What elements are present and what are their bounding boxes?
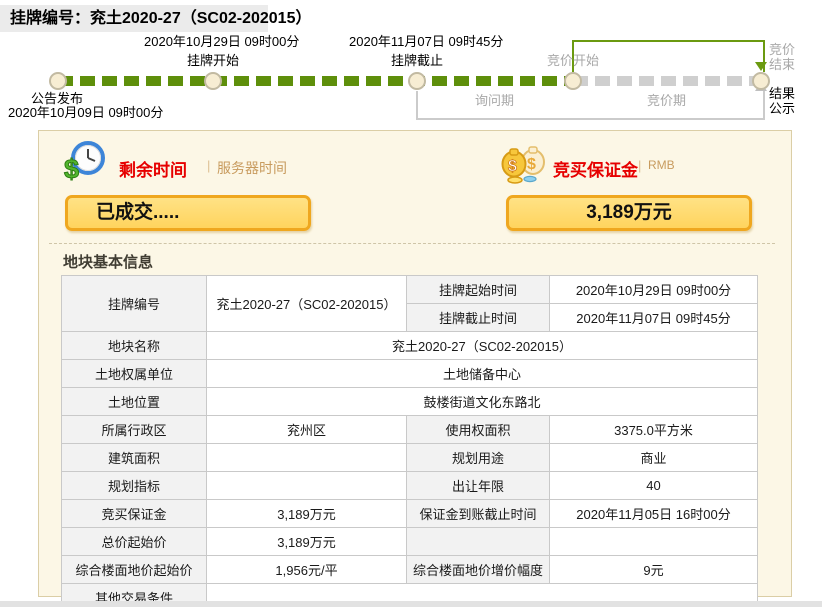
timeline-node-bidding-end	[752, 72, 770, 90]
svg-text:$: $	[64, 154, 79, 184]
timeline-node-listing-start	[204, 72, 222, 90]
table-cell-value: 40	[549, 471, 758, 500]
arrow-down-icon	[755, 62, 767, 71]
table-cell-value: 3,189万元	[206, 527, 407, 556]
deposit-amount-box: 3,189万元	[506, 195, 752, 231]
land-info-table-body: 挂牌编号 兖土2020-27（SC02-202015） 挂牌起始时间 2020年10月…	[61, 275, 758, 607]
page-title: 挂牌编号：兖土2020-27（SC02-202015）	[0, 5, 311, 32]
listing-start-date: 2020年10月29日 09时00分	[144, 34, 300, 49]
table-row: 总价起始价 3,189万元	[61, 527, 758, 556]
table-row: 竞买保证金 3,189万元 保证金到账截止时间 2020年11月05日 16时00分	[61, 499, 758, 528]
money-bags-icon: $ $	[499, 139, 549, 190]
listing-end-label: 挂牌截止	[391, 53, 444, 68]
table-cell-value: 兖州区	[206, 415, 407, 444]
clock-dollar-icon: $	[61, 139, 107, 190]
table-cell-label: 总价起始价	[61, 527, 207, 556]
bidding-period-label: 竞价期	[647, 93, 687, 108]
table-row: 挂牌编号 兖土2020-27（SC02-202015） 挂牌起始时间 2020年10月…	[61, 275, 758, 332]
table-cell-value	[549, 527, 758, 556]
listing-end-date: 2020年11月07日 09时45分	[349, 34, 504, 49]
table-cell-value: 商业	[549, 443, 758, 472]
remaining-time-label: 剩余时间	[119, 161, 187, 180]
table-cell-label: 地块名称	[61, 331, 207, 360]
table-row: 地块名称 兖土2020-27（SC02-202015）	[61, 331, 758, 360]
table-cell-label: 规划用途	[406, 443, 550, 472]
currency-label: RMB	[648, 158, 675, 172]
table-cell-label: 所属行政区	[61, 415, 207, 444]
table-cell-label: 保证金到账截止时间	[406, 499, 550, 528]
table-cell-value: 2020年11月07日 09时45分	[549, 303, 758, 332]
table-cell-value: 2020年10月29日 09时00分	[549, 275, 758, 304]
table-cell-value: 兖土2020-27（SC02-202015）	[206, 331, 758, 360]
main-panel: $ 剩余时间 | 服务器时间 $ $ 竞买保证金 | RMB 已成交..... …	[38, 130, 792, 607]
header-divider-left: |	[207, 158, 211, 173]
table-cell-value: 2020年11月05日 16时00分	[549, 499, 758, 528]
listing-start-label: 挂牌开始	[187, 53, 240, 68]
deposit-label: 竞买保证金	[553, 161, 638, 180]
timeline-track-active	[58, 76, 573, 86]
table-cell-label: 出让年限	[406, 471, 550, 500]
table-cell-label: 挂牌编号	[61, 275, 207, 332]
table-cell-value: 土地储备中心	[206, 359, 758, 388]
timeline-node-bidding-start	[564, 72, 582, 90]
table-row: 规划指标 出让年限 40	[61, 471, 758, 500]
timeline-track-inactive	[573, 76, 763, 86]
table-row: 土地位置 鼓楼街道文化东路北	[61, 387, 758, 416]
bidding-end-label: 竞价结束	[769, 42, 796, 72]
table-cell-value	[206, 471, 407, 500]
svg-text:$: $	[527, 156, 536, 173]
table-cell-label: 挂牌起始时间	[406, 275, 550, 304]
inquiry-period-label: 询问期	[475, 93, 515, 108]
section-title-basic-info: 地块基本信息	[63, 254, 154, 271]
table-cell-label: 建筑面积	[61, 443, 207, 472]
table-cell-value: 9元	[549, 555, 758, 584]
page: 挂牌编号：兖土2020-27（SC02-202015） 2020年10月29日 …	[0, 0, 822, 607]
table-row: 建筑面积 规划用途 商业	[61, 443, 758, 472]
table-cell-label: 规划指标	[61, 471, 207, 500]
table-cell-label: 土地权属单位	[61, 359, 207, 388]
table-cell-label: 挂牌截止时间	[406, 303, 550, 332]
table-cell-value: 1,956元/平	[206, 555, 407, 584]
table-cell-value	[206, 443, 407, 472]
timeline-node-listing-end	[408, 72, 426, 90]
server-time-label: 服务器时间	[217, 160, 287, 176]
table-cell-label	[406, 527, 550, 556]
table-cell-value: 兖土2020-27（SC02-202015）	[206, 275, 407, 332]
page-bottom-edge	[0, 601, 822, 607]
table-cell-label: 竞买保证金	[61, 499, 207, 528]
table-row: 综合楼面地价起始价 1,956元/平 综合楼面地价增价幅度 9元	[61, 555, 758, 584]
bidding-start-label: 竞价开始	[547, 53, 600, 68]
result-label: 结果公示	[769, 86, 796, 116]
table-cell-label: 土地位置	[61, 387, 207, 416]
svg-text:$: $	[508, 158, 517, 175]
deal-status-box: 已成交.....	[65, 195, 311, 231]
table-cell-value: 鼓楼街道文化东路北	[206, 387, 758, 416]
bidding-window-bracket	[572, 40, 765, 72]
header-divider-right: |	[638, 158, 642, 173]
table-row: 所属行政区 兖州区 使用权面积 3375.0平方米	[61, 415, 758, 444]
table-cell-label: 综合楼面地价增价幅度	[406, 555, 550, 584]
table-row: 土地权属单位 土地储备中心	[61, 359, 758, 388]
dotted-divider	[49, 243, 775, 244]
table-cell-value: 3375.0平方米	[549, 415, 758, 444]
table-cell-value: 3,189万元	[206, 499, 407, 528]
announce-date: 2020年10月09日 09时00分	[8, 105, 164, 120]
table-cell-label: 综合楼面地价起始价	[61, 555, 207, 584]
result-window-bracket	[416, 91, 765, 120]
land-info-table: 挂牌编号 兖土2020-27（SC02-202015） 挂牌起始时间 2020年10月…	[61, 275, 758, 607]
table-cell-label: 使用权面积	[406, 415, 550, 444]
